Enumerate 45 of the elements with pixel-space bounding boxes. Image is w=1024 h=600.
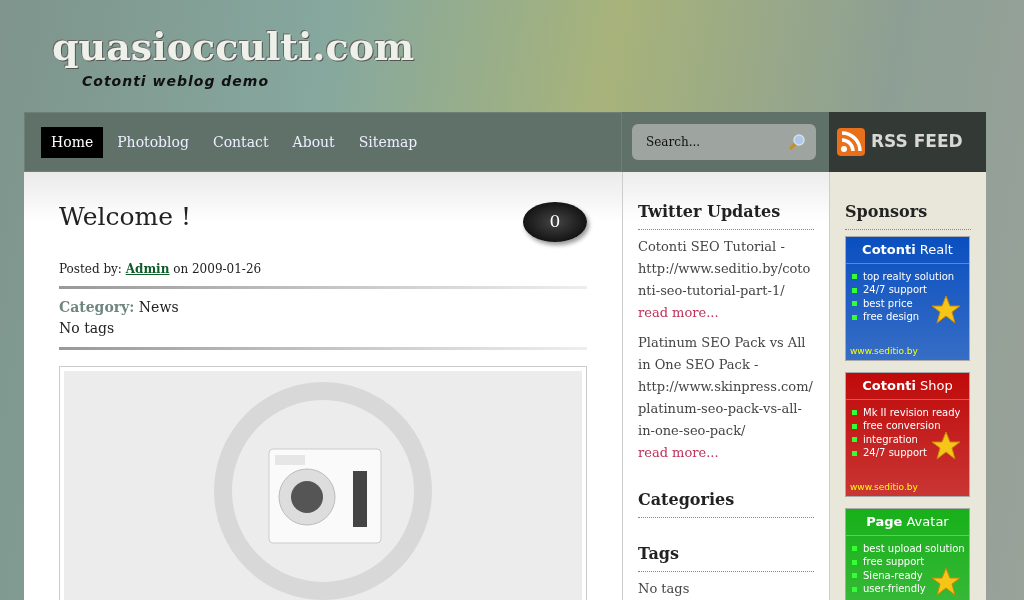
banner-bullet: free conversion — [852, 419, 969, 433]
banner-bullet: Mk II revision ready — [852, 405, 969, 419]
banner-bullet: Siena-ready — [852, 568, 969, 582]
tweet-text: Cotonti SEO Tutorial - http://www.seditio.by/cotonti-seo-tutorial-part-1/ — [638, 238, 812, 300]
section-heading: Sponsors — [845, 200, 971, 230]
rss-icon[interactable] — [837, 128, 865, 156]
banner-url: www.seditio.by — [850, 344, 918, 358]
banner-bullet: best upload solution — [852, 541, 969, 555]
section-heading: Tags — [638, 542, 814, 572]
sponsor-banner[interactable]: Cotonti Shop Mk II revision ready free conversion integration 24/7 support www.seditio.by — [845, 372, 970, 497]
banner-bullet: best price — [852, 296, 969, 310]
nav-link[interactable]: About — [282, 126, 345, 158]
read-more-link[interactable]: read more... — [638, 302, 814, 324]
star-icon — [931, 567, 961, 597]
nav-link[interactable]: Contact — [202, 126, 279, 158]
banner-bullet: 24/7 support — [852, 446, 969, 460]
post-title: Welcome ! — [59, 202, 191, 232]
star-icon — [931, 431, 961, 461]
nav-link[interactable]: Photoblog — [107, 126, 199, 158]
author-link[interactable]: Admin — [125, 262, 170, 276]
post-tags: No tags — [59, 318, 587, 339]
banner-bullet: user-friendly — [852, 582, 969, 596]
banner-title: Cotonti Shop — [846, 373, 969, 400]
post-byline: Posted by: Admin on 2009-01-26 — [59, 261, 263, 278]
read-more-link[interactable]: read more... — [638, 442, 814, 464]
banner-bullet: free design — [852, 310, 969, 324]
banner-title: Cotonti Realt — [846, 237, 969, 264]
banner-title: Page Avatar — [846, 509, 969, 536]
post-category: Category: News — [59, 298, 180, 317]
banner-bullet: top realty solution — [852, 269, 969, 283]
banner-bullet: free support — [852, 555, 969, 569]
nav-link[interactable]: Home — [41, 126, 104, 158]
banner-bullet: integration — [852, 432, 969, 446]
section-heading: Twitter Updates — [638, 200, 814, 230]
tweet-text: Platinum SEO Pack vs All in One SEO Pack - http://www.skinpress.com/platinum-seo-pack-vs-all-in-one-seo-pack/ — [638, 334, 814, 440]
section-heading: Categories — [638, 488, 814, 518]
banner-url: www.seditio.by — [850, 480, 918, 494]
nav-link[interactable]: Sitemap — [348, 126, 428, 158]
star-icon — [931, 295, 961, 325]
sponsor-banner[interactable]: Cotonti Realt top realty solution 24/7 support best price free design www.seditio.by — [845, 236, 970, 361]
banner-bullet: 24/7 support — [852, 283, 969, 297]
tags-text: No tags — [638, 580, 691, 598]
site-tagline: Cotonti weblog demo — [82, 72, 270, 91]
search-field[interactable]: Search... — [632, 124, 816, 160]
comment-count[interactable]: 0 — [523, 202, 587, 242]
